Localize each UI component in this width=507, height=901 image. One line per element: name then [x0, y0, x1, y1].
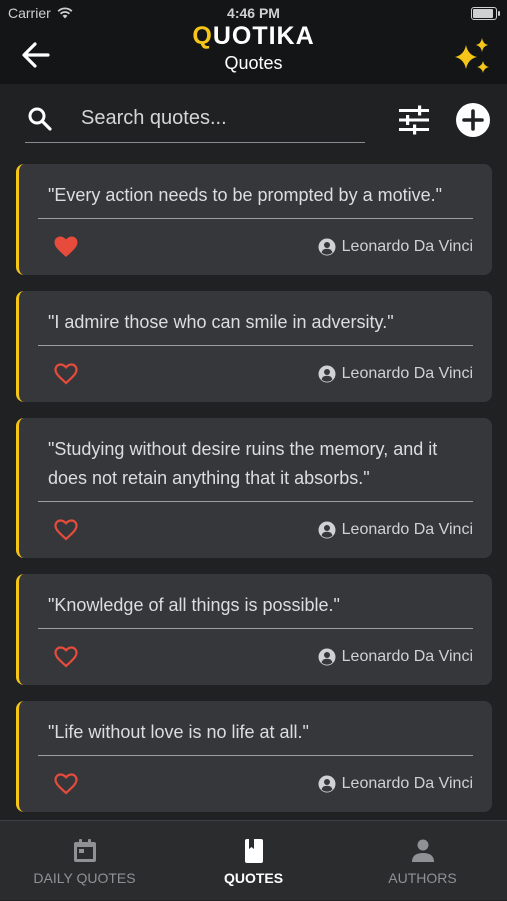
quote-author-name: Leonardo Da Vinci [341, 238, 473, 255]
user-circle-icon [318, 238, 336, 256]
tab-daily-quotes-label: DAILY QUOTES [33, 870, 136, 886]
heart-outline-icon[interactable] [53, 645, 79, 669]
plus-circle-icon [462, 109, 484, 131]
heart-outline-icon[interactable] [53, 518, 79, 542]
status-time: 4:46 PM [227, 5, 280, 21]
title-block: QUOTIKA Quotes [0, 22, 507, 74]
book-icon [244, 839, 263, 863]
quote-text: "Studying without desire ruins the memor… [48, 439, 438, 488]
search-input[interactable] [79, 100, 363, 136]
quote-author[interactable]: Leonardo Da Vinci [318, 235, 473, 259]
page-subtitle: Quotes [224, 53, 283, 73]
search-field[interactable] [25, 94, 365, 143]
app-title-rest: UOTIKA [212, 22, 315, 50]
quote-text: "Life without love is no life at all." [48, 722, 309, 742]
calendar-icon [73, 839, 96, 862]
heart-filled-icon[interactable] [53, 235, 79, 259]
quote-divider [38, 755, 473, 756]
quote-card[interactable]: "Life without love is no life at all." Le… [16, 701, 492, 812]
user-circle-icon [318, 775, 336, 793]
bottom-tab-bar: DAILY QUOTES QUOTES AUTHORS [0, 820, 507, 900]
app-title-accent-letter: Q [192, 22, 213, 50]
battery-level [473, 9, 493, 18]
tab-authors-label: AUTHORS [388, 870, 457, 886]
sliders-icon [399, 105, 429, 135]
filter-button[interactable] [396, 102, 432, 138]
sparkles-icon [455, 38, 489, 73]
user-circle-icon [318, 648, 336, 666]
quote-divider [38, 218, 473, 219]
quote-card[interactable]: "Every action needs to be prompted by a … [16, 164, 492, 275]
quote-divider [38, 501, 473, 502]
quote-divider [38, 345, 473, 346]
quote-card[interactable]: "Studying without desire ruins the memor… [16, 418, 492, 558]
tab-authors[interactable]: AUTHORS [338, 821, 507, 901]
app-title: QUOTIKA [0, 22, 507, 51]
quote-text: "I admire those who can smile in adversi… [48, 312, 394, 332]
quote-author[interactable]: Leonardo Da Vinci [318, 362, 473, 386]
search-row [0, 84, 507, 156]
quote-author-name: Leonardo Da Vinci [341, 775, 473, 792]
tab-quotes[interactable]: QUOTES [169, 821, 338, 901]
quote-author[interactable]: Leonardo Da Vinci [318, 518, 473, 542]
quote-card[interactable]: "I admire those who can smile in adversi… [16, 291, 492, 402]
battery-icon [471, 7, 500, 20]
quote-author[interactable]: Leonardo Da Vinci [318, 772, 473, 796]
quote-text: "Every action needs to be prompted by a … [48, 185, 442, 205]
quote-card[interactable]: "Knowledge of all things is possible." Le… [16, 574, 492, 685]
tab-daily-quotes[interactable]: DAILY QUOTES [0, 821, 169, 901]
quote-author-name: Leonardo Da Vinci [341, 648, 473, 665]
heart-outline-icon[interactable] [53, 772, 79, 796]
quote-text: "Knowledge of all things is possible." [48, 595, 340, 615]
add-quote-button[interactable] [456, 103, 490, 137]
sparkle-button[interactable] [451, 35, 495, 79]
search-icon [28, 107, 52, 131]
tab-quotes-label: QUOTES [223, 870, 284, 886]
person-icon [411, 839, 434, 862]
user-circle-icon [318, 521, 336, 539]
quote-author[interactable]: Leonardo Da Vinci [318, 645, 473, 669]
quote-author-name: Leonardo Da Vinci [341, 365, 473, 382]
quote-author-name: Leonardo Da Vinci [341, 521, 473, 538]
heart-outline-icon[interactable] [53, 362, 79, 386]
quote-list: "Every action needs to be prompted by a … [0, 156, 507, 820]
user-circle-icon [318, 365, 336, 383]
app-header: QUOTIKA Quotes [0, 22, 507, 84]
quote-divider [38, 628, 473, 629]
